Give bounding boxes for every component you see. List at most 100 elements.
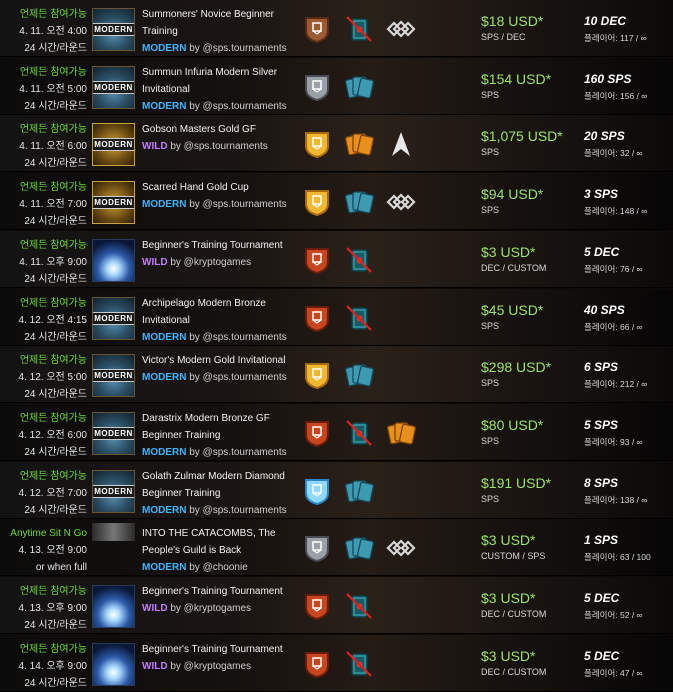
prize-amount: $3 USD*: [481, 590, 536, 606]
card-edition-icon: [344, 303, 374, 333]
organizer[interactable]: by @kryptogames: [170, 603, 251, 614]
round-length: 24 시간/라운드: [24, 158, 87, 170]
tournament-row[interactable]: Anytime Sit N Go 4. 13. 오전 9:00 or when fu…: [0, 519, 673, 577]
tournament-name[interactable]: Scarred Hand Gold Cup: [142, 179, 290, 196]
entry-fee: 5 SPS: [584, 417, 619, 432]
join-status: 언제든 참여가능: [19, 182, 87, 194]
player-count: 플레이어: 138 / ∞: [584, 494, 648, 505]
start-info: 언제든 참여가능 4. 12. 오전 6:00 24 시간/라운드: [0, 410, 87, 461]
organizer[interactable]: by @kryptogames: [170, 661, 251, 672]
tournament-info: Beginner's Training Tournament WILD by @k…: [142, 641, 290, 675]
join-status: 언제든 참여가능: [19, 297, 87, 309]
organizer[interactable]: by @sps.tournaments: [189, 199, 286, 210]
start-date: 4. 12. 오전 7:00: [18, 487, 87, 499]
tournament-image: MODERN: [92, 181, 135, 225]
tournament-name[interactable]: Summun Infuria Modern Silver Invitationa…: [142, 64, 290, 98]
round-length: 24 시간/라운드: [24, 216, 87, 228]
tournament-name[interactable]: Beginner's Training Tournament: [142, 237, 290, 254]
start-info: 언제든 참여가능 4. 11. 오전 5:00 24 시간/라운드: [0, 64, 87, 115]
round-length: 24 시간/라운드: [24, 43, 87, 54]
prize-amount: $3 USD*: [481, 647, 536, 664]
prize-currency: SPS: [481, 493, 500, 504]
gold-league-icon: [302, 360, 332, 390]
organizer[interactable]: by @sps.tournaments: [189, 505, 286, 516]
tournament-image: MODERN: [92, 411, 135, 455]
entry-fee: 3 SPS: [584, 187, 619, 202]
tournament-row[interactable]: 언제든 참여가능 4. 11. 오전 4:00 24 시간/라운드 MODERN Sum…: [0, 0, 673, 57]
tournament-image: [92, 585, 135, 628]
join-status: 언제든 참여가능: [19, 586, 87, 597]
tournament-row[interactable]: 언제든 참여가능 4. 11. 오후 9:00 24 시간/라운드 Beginner'…: [0, 230, 673, 288]
tournament-row[interactable]: 언제든 참여가능 4. 12. 오전 5:00 24 시간/라운드 MODERN Vic…: [0, 346, 673, 404]
tournament-image: MODERN: [92, 296, 135, 340]
tournament-row[interactable]: 언제든 참여가능 4. 11. 오전 5:00 24 시간/라운드 MODERN Sum…: [0, 57, 673, 115]
prize-amount: $18 USD*: [481, 13, 544, 29]
tournament-name[interactable]: Beginner's Training Tournament: [142, 641, 290, 658]
tournament-info: Beginner's Training Tournament WILD by @k…: [142, 237, 290, 271]
prize-amount: $80 USD*: [481, 416, 544, 433]
tournament-row[interactable]: 언제든 참여가능 4. 12. 오전 6:00 24 시간/라운드 MODERN Dar…: [0, 403, 673, 461]
entry-fee: 6 SPS: [584, 360, 619, 375]
tournament-name[interactable]: Victor's Modern Gold Invitational: [142, 352, 290, 369]
prize-pool: $1,075 USD* SPS: [481, 127, 563, 157]
tournament-row[interactable]: 언제든 참여가능 4. 11. 오전 6:00 24 시간/라운드 MODERN Gob…: [0, 115, 673, 173]
organizer[interactable]: by @sps.tournaments: [189, 447, 286, 458]
join-status: 언제든 참여가능: [19, 66, 87, 78]
card-edition-icon: [344, 533, 374, 563]
organizer[interactable]: by @sps.tournaments: [189, 332, 286, 343]
prize-pool: $94 USD* SPS: [481, 185, 543, 215]
prize-pool: $3 USD* DEC / CUSTOM: [481, 589, 546, 619]
entry-fee: 40 SPS: [584, 302, 625, 317]
entry-info: 3 SPS 플레이어: 148 / ∞: [584, 186, 647, 217]
entry-fee: 5 DEC: [584, 648, 620, 663]
silver-league-icon: [302, 533, 332, 563]
player-count: 플레이어: 117 / ∞: [584, 33, 647, 43]
tournament-name[interactable]: Golath Zulmar Modern Diamond Beginner Tr…: [142, 468, 290, 502]
format-label: WILD: [142, 141, 168, 153]
tournament-name[interactable]: INTO THE CATACOMBS, The People's Guild i…: [142, 525, 290, 559]
tournament-name[interactable]: Darastrix Modern Bronze GF Beginner Trai…: [142, 410, 290, 444]
player-count: 플레이어: 212 / ∞: [584, 379, 648, 390]
start-info: 언제든 참여가능 4. 11. 오전 7:00 24 시간/라운드: [0, 179, 87, 230]
organizer[interactable]: by @sps.tournaments: [170, 141, 267, 152]
organizer[interactable]: by @sps.tournaments: [189, 372, 286, 383]
organizer[interactable]: by @choonie: [189, 562, 248, 573]
rules-icons: [302, 475, 374, 507]
card-edition-icon: [344, 649, 374, 679]
tournament-name[interactable]: Archipelago Modern Bronze Invitational: [142, 295, 290, 329]
prize-amount: $298 USD*: [481, 359, 552, 376]
modern-badge: MODERN: [93, 426, 134, 440]
rules-icons: [302, 71, 374, 103]
player-count: 플레이어: 148 / ∞: [584, 206, 648, 217]
tournament-row[interactable]: 언제든 참여가능 4. 12. 오전 4:15 24 시간/라운드 MODERN Arc…: [0, 288, 673, 346]
format-label: MODERN: [142, 446, 187, 458]
round-length: 24 시간/라운드: [24, 100, 87, 112]
entry-fee: 5 DEC: [584, 591, 620, 605]
start-info: 언제든 참여가능 4. 12. 오전 4:15 24 시간/라운드: [0, 295, 87, 346]
organizer[interactable]: by @kryptogames: [170, 257, 251, 268]
prize-currency: DEC / CUSTOM: [481, 666, 547, 677]
tournament-image: MODERN: [92, 8, 135, 51]
tournament-row[interactable]: 언제든 참여가능 4. 11. 오전 7:00 24 시간/라운드 MODERN Sca…: [0, 173, 673, 231]
prize-pool: $45 USD* SPS: [481, 301, 543, 331]
round-length: 24 시간/라운드: [24, 389, 87, 401]
format-label: MODERN: [142, 43, 187, 54]
start-info: 언제든 참여가능 4. 11. 오전 6:00 24 시간/라운드: [0, 121, 87, 172]
organizer[interactable]: by @sps.tournaments: [189, 101, 286, 112]
tournament-info: Victor's Modern Gold Invitational MODERN …: [142, 352, 290, 386]
organizer[interactable]: by @sps.tournaments: [189, 43, 286, 54]
tournament-name[interactable]: Summoners' Novice Beginner Training: [142, 6, 290, 40]
prize-pool: $80 USD* SPS: [481, 416, 543, 446]
start-info: 언제든 참여가능 4. 13. 오후 9:00 24 시간/라운드: [0, 583, 87, 634]
start-date: 4. 12. 오전 4:15: [18, 314, 87, 326]
tournament-name[interactable]: Beginner's Training Tournament: [142, 583, 290, 600]
tournament-row[interactable]: 언제든 참여가능 4. 14. 오후 9:00 24 시간/라운드 Beginner'…: [0, 634, 673, 692]
tournament-row[interactable]: 언제든 참여가능 4. 12. 오전 7:00 24 시간/라운드 MODERN Gol…: [0, 461, 673, 519]
player-count: 플레이어: 76 / ∞: [584, 263, 643, 274]
prize-amount: $3 USD*: [481, 532, 536, 549]
tournament-row[interactable]: 언제든 참여가능 4. 13. 오후 9:00 24 시간/라운드 Beginner'…: [0, 577, 673, 634]
entry-info: 5 DEC 플레이어: 76 / ∞: [584, 244, 643, 275]
prize-pool: $298 USD* SPS: [481, 358, 551, 388]
tournament-name[interactable]: Gobson Masters Gold GF: [142, 121, 290, 138]
prize-pool: $3 USD* CUSTOM / SPS: [481, 531, 545, 561]
